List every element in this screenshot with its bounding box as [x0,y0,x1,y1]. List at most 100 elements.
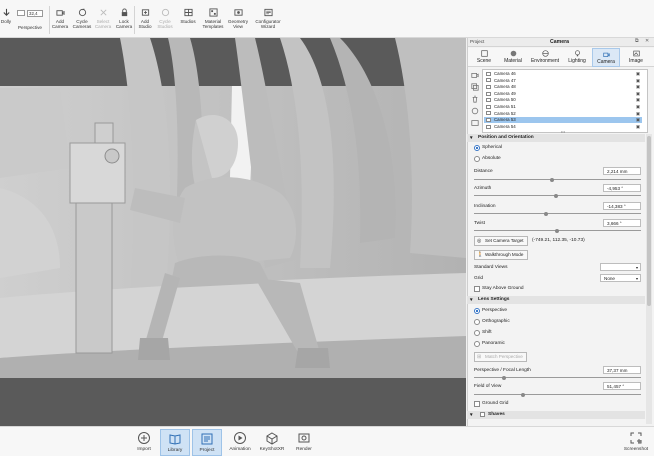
twist-slider[interactable] [474,228,641,233]
ground-grid-checkbox[interactable] [474,401,480,407]
panel-scrollbar-thumb[interactable] [647,136,651,306]
geometry-view-button[interactable]: Geometry View [226,8,250,36]
configurator-wizard-button[interactable]: Configurator Wizard [251,8,285,36]
azimuth-slider[interactable] [474,193,641,198]
camera-lock-icon[interactable]: ▣ [636,84,640,90]
focal-length-field[interactable]: 37,37 mm [603,366,641,374]
perspective-stepper-icon[interactable] [17,10,25,16]
add-camera-list-icon[interactable] [471,71,479,79]
stay-above-ground-checkbox[interactable] [474,286,480,292]
add-camera-button[interactable]: Add Camera [50,8,70,36]
camera-lock-icon[interactable]: ▣ [636,78,640,84]
camera-list-item[interactable]: Camera 51 ▣ [484,104,642,110]
tab-environment[interactable]: Environment [528,48,562,67]
inclination-field[interactable]: -14,383 ° [603,202,641,210]
project-label[interactable]: Project [470,39,484,44]
camera-list-item[interactable]: Camera 49 ▣ [484,91,642,97]
environment-icon [541,50,549,57]
delete-camera-icon[interactable] [471,95,479,103]
focal-length-slider-handle[interactable] [502,375,506,380]
distance-slider-handle[interactable] [550,177,554,182]
camera-list-item[interactable]: Camera 47 ▣ [484,78,642,84]
twist-field[interactable]: 3,666 ° [603,219,641,227]
camera-list-item[interactable]: Camera 52 ▣ [484,111,642,117]
camera-list-item[interactable]: Camera 46 ▣ [484,71,642,77]
select-camera-button[interactable]: Select Camera [93,8,113,36]
add-studio-button[interactable]: Add Studio [135,8,155,36]
walkthrough-mode-button[interactable]: 🚶 Walkthrough Mode [474,250,528,260]
standard-views-select[interactable]: ▾ [600,263,641,271]
camera-lock-icon[interactable]: ▣ [636,111,640,117]
scene-icon [480,50,488,57]
panel-scrollbar[interactable] [646,134,652,424]
camera-lock-icon[interactable]: ▣ [636,104,640,110]
library-button[interactable]: Library [160,429,190,456]
lens-panoramic-radio[interactable] [474,341,480,347]
popout-icon[interactable]: ⧉ [635,38,639,44]
standard-views-label: Standard Views [474,265,508,270]
camera-lock-icon[interactable]: ▣ [636,97,640,103]
dolly-button[interactable]: Dolly [0,8,12,36]
grid-select[interactable]: None ▾ [600,274,641,282]
camera-list-item[interactable]: Camera 50 ▣ [484,97,642,103]
render-icon [298,433,310,443]
tab-camera[interactable]: Camera [592,48,620,67]
camera-item-icon [486,98,491,103]
lens-shift-radio[interactable] [474,330,480,336]
focal-input[interactable]: 32,4 [27,10,43,17]
animation-button[interactable]: Animation [225,429,255,456]
camera-lock-icon[interactable]: ▣ [636,117,640,123]
field-of-view-slider-handle[interactable] [521,392,525,397]
spherical-radio[interactable] [474,145,480,151]
match-perspective-button[interactable]: ⊞ Match Perspective [474,352,527,362]
azimuth-field[interactable]: -4,953 ° [603,184,641,192]
tab-lighting[interactable]: Lighting [563,48,591,67]
cycle-cameras-icon [78,8,86,17]
distance-slider[interactable] [474,177,641,182]
camera-list-item[interactable]: Camera 53 ▣ [484,117,642,123]
field-of-view-field[interactable]: 51,457 ° [603,382,641,390]
project-button[interactable]: Project [192,429,222,456]
tab-image[interactable]: Image [622,48,650,67]
tab-material[interactable]: Material [499,48,527,67]
lock-camera-button[interactable]: Lock Camera [114,8,134,36]
tab-scene[interactable]: Scene [470,48,498,67]
render-viewport[interactable] [0,38,466,426]
inclination-slider-handle[interactable] [544,211,548,216]
inclination-slider[interactable] [474,211,641,216]
cycle-studios-button[interactable]: Cycle Studios [155,8,175,36]
lens-orthographic-radio[interactable] [474,319,480,325]
import-button[interactable]: Import [129,429,159,456]
azimuth-slider-handle[interactable] [554,193,558,198]
project-icon [201,433,213,445]
camera-item-icon [486,104,491,109]
resize-grip-icon[interactable]: ••• [558,130,568,134]
lens-perspective-radio[interactable] [474,308,480,314]
chevron-down-icon: ▾ [635,276,638,281]
distance-field[interactable]: 2,214 mm [603,167,641,175]
camera-lock-icon[interactable]: ▣ [636,91,640,97]
duplicate-camera-icon[interactable] [471,83,479,91]
perspective-control[interactable]: 32,4 Perspective [14,8,46,36]
screenshot-button[interactable]: Screenshot [620,429,652,456]
absolute-radio[interactable] [474,156,480,162]
field-of-view-slider[interactable] [474,392,641,397]
material-templates-button[interactable]: Material Templates [200,8,226,36]
camera-lock-icon[interactable]: ▣ [636,124,640,130]
reset-camera-icon[interactable] [471,107,479,115]
shaves-checkbox[interactable] [480,412,485,417]
camera-settings-icon[interactable] [471,119,479,127]
focal-length-slider[interactable] [474,375,641,380]
set-camera-target-button[interactable]: ◎ Set Camera Target [474,236,528,246]
studios-button[interactable]: Studios [177,8,199,36]
twist-slider-handle[interactable] [555,228,559,233]
render-button[interactable]: Render [289,429,319,456]
lens-section-header[interactable]: ▾ Lens Settings [467,296,645,304]
shaves-section-header[interactable]: ▾ Shaves [467,411,645,419]
camera-lock-icon[interactable]: ▣ [636,71,640,77]
position-section-header[interactable]: ▾ Position and Orientation [467,134,645,142]
camera-list-item[interactable]: Camera 48 ▣ [484,84,642,90]
close-icon[interactable]: ✕ [645,38,649,44]
cycle-cameras-button[interactable]: Cycle Cameras [71,8,93,36]
keyshotxr-button[interactable]: KeyShotXR [257,429,287,456]
